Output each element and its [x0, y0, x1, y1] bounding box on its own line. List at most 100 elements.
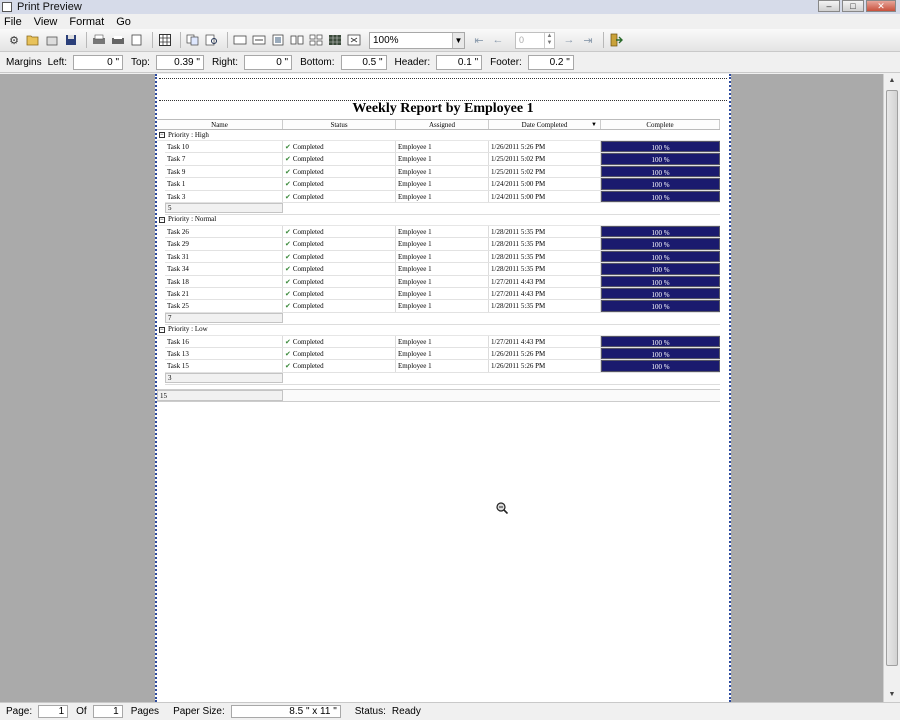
cell-date-completed: 1/28/2011 5:35 PM [489, 225, 601, 238]
spinner-icon[interactable]: ▲ ▼ [544, 32, 554, 48]
menu-file[interactable]: File [4, 16, 22, 28]
group-header-row[interactable]: − Priority : Normal [157, 215, 720, 226]
menu-view[interactable]: View [34, 16, 58, 28]
table-row[interactable]: Task 18 ✔ Completed Employee 1 1/27/2011 4:4… [165, 275, 720, 288]
cell-assigned: Employee 1 [396, 153, 489, 165]
column-header-name[interactable]: Name [157, 120, 283, 129]
scroll-down-icon[interactable]: ▼ [884, 688, 900, 702]
toolbar-separator [152, 32, 153, 48]
table-row[interactable]: Task 15 ✔ Completed Employee 1 1/26/2011 5:2… [165, 360, 720, 373]
report-page[interactable]: Weekly Report by Employee 1 Name Status … [155, 74, 731, 702]
group-header-row[interactable]: − Priority : High [157, 130, 720, 141]
margin-header-input[interactable]: 0.1 " [436, 55, 483, 70]
settings-icon[interactable]: ⚙ [6, 32, 22, 48]
two-pages-icon[interactable] [289, 32, 305, 48]
four-pages-icon[interactable] [308, 32, 324, 48]
cell-status: ✔ Completed [283, 141, 396, 153]
page-number-value: 0 [519, 35, 525, 45]
close-button[interactable]: ✕ [866, 0, 896, 12]
table-row[interactable]: Task 34 ✔ Completed Employee 1 1/28/2011 5:3… [165, 263, 720, 276]
group-header-row[interactable]: − Priority : Low [157, 325, 720, 336]
minimize-button[interactable]: – [818, 0, 840, 12]
whole-page-icon[interactable] [270, 32, 286, 48]
cell-name: Task 18 [165, 275, 283, 287]
margin-footer-input[interactable]: 0.2 " [527, 55, 574, 70]
chevron-down-icon[interactable]: ▼ [452, 32, 464, 48]
margin-left-input[interactable]: 0 " [73, 55, 124, 70]
copy-icon[interactable] [185, 32, 201, 48]
cell-status: ✔ Completed [283, 153, 396, 165]
margin-top-label: Top: [131, 57, 150, 68]
next-page-icon[interactable]: → [561, 32, 577, 48]
cell-complete-bar: 100 % [601, 190, 720, 202]
cell-complete-bar: 100 % [601, 238, 720, 250]
page-label: Page: [6, 706, 33, 717]
table-row[interactable]: Task 13 ✔ Completed Employee 1 1/26/2011 5:2… [165, 348, 720, 361]
cell-name: Task 26 [165, 225, 283, 238]
save-icon[interactable] [63, 32, 79, 48]
table-row[interactable]: Task 25 ✔ Completed Employee 1 1/28/2011 5:3… [165, 300, 720, 313]
table-row[interactable]: Task 10 ✔ Completed Employee 1 1/26/2011 5:2… [165, 141, 720, 154]
menu-format[interactable]: Format [69, 16, 104, 28]
find-icon[interactable] [204, 32, 220, 48]
export-icon[interactable] [44, 32, 60, 48]
report-grid: Name Status Assigned Date Completed ▼ Com… [157, 119, 720, 402]
quick-print-icon[interactable] [110, 32, 126, 48]
margin-bottom-input[interactable]: 0.5 " [340, 55, 387, 70]
of-label: Of [76, 706, 87, 717]
table-row[interactable]: Task 26 ✔ Completed Employee 1 1/28/2011 5:3… [165, 225, 720, 239]
group-label: Priority : Low [168, 325, 208, 334]
fit-pages-icon[interactable] [346, 32, 362, 48]
cell-assigned: Employee 1 [396, 335, 489, 348]
grid-icon[interactable] [157, 32, 173, 48]
margin-footer-label: Footer: [490, 57, 522, 68]
cell-date-completed: 1/28/2011 5:35 PM [489, 300, 601, 312]
collapse-icon[interactable]: − [159, 216, 165, 223]
table-row[interactable]: Task 21 ✔ Completed Employee 1 1/27/2011 4:4… [165, 287, 720, 301]
page-width-icon[interactable] [251, 32, 267, 48]
status-text: Completed [292, 192, 324, 201]
last-page-icon[interactable]: ⇥ [580, 32, 596, 48]
first-page-icon[interactable]: ⇤ [471, 32, 487, 48]
current-page-field: 1 [38, 705, 69, 718]
print-icon[interactable] [91, 32, 107, 48]
page-setup-icon[interactable] [129, 32, 145, 48]
cell-date-completed: 1/28/2011 5:35 PM [489, 250, 601, 263]
table-row[interactable]: Task 1 ✔ Completed Employee 1 1/24/2011 5:00… [165, 178, 720, 191]
collapse-icon[interactable]: − [159, 132, 165, 138]
group-count: 3 [165, 373, 283, 384]
cell-status: ✔ Completed [283, 335, 396, 348]
table-row[interactable]: Task 16 ✔ Completed Employee 1 1/27/2011 4:4… [165, 335, 720, 349]
scroll-up-icon[interactable]: ▲ [884, 74, 900, 88]
column-header-complete[interactable]: Complete [601, 120, 720, 129]
table-row[interactable]: Task 3 ✔ Completed Employee 1 1/24/2011 5:00… [165, 190, 720, 203]
zoom-combo[interactable]: 100% ▼ [369, 31, 465, 49]
open-icon[interactable] [25, 32, 41, 48]
vertical-scrollbar[interactable]: ▲ ▼ [883, 74, 900, 702]
column-header-assigned[interactable]: Assigned [396, 120, 489, 129]
menu-go[interactable]: Go [116, 16, 131, 28]
table-row[interactable]: Task 29 ✔ Completed Employee 1 1/28/2011 5:3… [165, 238, 720, 251]
table-row[interactable]: Task 31 ✔ Completed Employee 1 1/28/2011 5:3… [165, 250, 720, 264]
app-icon [2, 2, 12, 12]
single-page-icon[interactable] [232, 32, 248, 48]
preview-workspace[interactable]: Weekly Report by Employee 1 Name Status … [0, 74, 883, 702]
column-header-status[interactable]: Status [283, 120, 396, 129]
exit-icon[interactable] [608, 32, 624, 48]
cell-complete-bar: 100 % [601, 360, 720, 372]
collapse-icon[interactable]: − [159, 326, 165, 333]
page-number-input[interactable]: 0 ▲ ▼ [515, 31, 555, 49]
scroll-thumb[interactable] [886, 90, 898, 666]
check-icon: ✔ [285, 155, 291, 164]
status-text: Completed [292, 302, 324, 311]
cell-assigned: Employee 1 [396, 238, 489, 250]
multi-page-icon[interactable] [327, 32, 343, 48]
margins-label: Margins [6, 57, 42, 68]
previous-page-icon[interactable]: ← [490, 32, 506, 48]
maximize-button[interactable]: □ [842, 0, 864, 12]
margin-right-input[interactable]: 0 " [244, 55, 293, 70]
table-row[interactable]: Task 9 ✔ Completed Employee 1 1/25/2011 5:02… [165, 165, 720, 179]
table-row[interactable]: Task 7 ✔ Completed Employee 1 1/25/2011 5:02… [165, 153, 720, 166]
margin-top-input[interactable]: 0.39 " [155, 55, 204, 70]
column-header-date-completed[interactable]: Date Completed ▼ [489, 120, 601, 129]
